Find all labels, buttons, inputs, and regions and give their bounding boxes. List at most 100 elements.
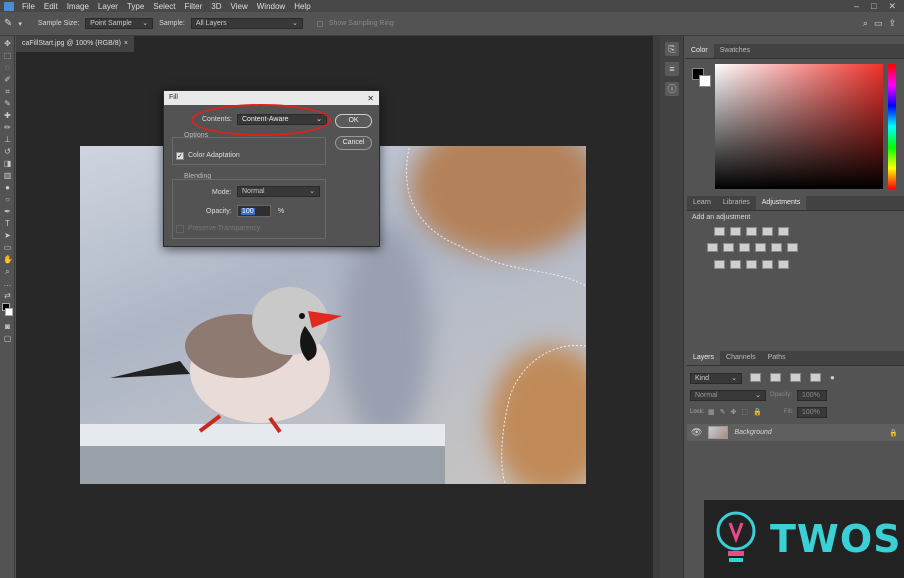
exposure-icon[interactable] (762, 227, 773, 236)
menu-file[interactable]: File (22, 2, 35, 11)
minimize-icon[interactable]: – (854, 1, 859, 12)
lock-artboard-icon[interactable]: ⬚ (741, 408, 748, 416)
screen-mode-icon[interactable]: ▢ (3, 334, 12, 343)
type-filter-icon[interactable] (790, 373, 801, 382)
blur-tool-icon[interactable]: ● (3, 183, 12, 192)
tab-adjustments[interactable]: Adjustments (755, 196, 807, 210)
dialog-close-icon[interactable]: ✕ (367, 94, 374, 103)
menu-filter[interactable]: Filter (185, 2, 203, 11)
color-picker-field[interactable] (715, 64, 883, 189)
layer-filter-select[interactable]: Kind ⌄ (690, 373, 742, 384)
fill-field[interactable]: 100% (797, 407, 827, 418)
canvas-scrollbar[interactable] (653, 36, 660, 578)
tab-learn[interactable]: Learn (687, 196, 717, 210)
layer-row-background[interactable]: 👁 Background 🔒 (687, 424, 904, 441)
color-balance-icon[interactable] (723, 243, 734, 252)
stamp-tool-icon[interactable]: ⊥ (3, 135, 12, 144)
photo-filter-icon[interactable] (755, 243, 766, 252)
brightness-icon[interactable] (714, 227, 725, 236)
adjustment-filter-icon[interactable] (770, 373, 781, 382)
sample-select[interactable]: All Layers ⌄ (190, 18, 303, 29)
hand-tool-icon[interactable]: ✋ (3, 255, 13, 264)
background-color-swatch[interactable] (699, 75, 711, 87)
eyedropper-tool-icon[interactable]: ✎ (3, 99, 12, 108)
blend-mode-select[interactable]: Normal ⌄ (690, 390, 766, 401)
pixel-filter-icon[interactable] (750, 373, 761, 382)
channel-mixer-icon[interactable] (771, 243, 782, 252)
close-icon[interactable]: ✕ (888, 1, 896, 12)
opacity-field[interactable]: 100% (797, 390, 827, 401)
gradient-tool-icon[interactable]: ▥ (3, 171, 12, 180)
more-tools-icon[interactable]: … (3, 279, 12, 288)
info-panel-icon[interactable]: ⓘ (665, 82, 679, 96)
shape-filter-icon[interactable] (810, 373, 821, 382)
filter-toggle-icon[interactable]: ● (830, 373, 835, 382)
healing-tool-icon[interactable]: ✚ (3, 111, 12, 120)
lock-pixels-icon[interactable]: ▦ (708, 408, 715, 416)
lock-position-icon[interactable]: ✥ (731, 408, 737, 416)
brush-tool-icon[interactable]: ✏ (3, 123, 12, 132)
path-select-tool-icon[interactable]: ➤ (3, 231, 12, 240)
document-tab[interactable]: caFillStart.jpg @ 100% (RGB/8) × (16, 36, 134, 52)
search-icon[interactable]: ⌕ (863, 18, 868, 29)
quick-select-tool-icon[interactable]: ✐ (3, 75, 12, 84)
menu-window[interactable]: Window (257, 2, 285, 11)
ok-button[interactable]: OK (335, 114, 372, 128)
zoom-tool-icon[interactable]: ⌕ (3, 267, 12, 276)
posterize-icon[interactable] (730, 260, 741, 269)
eraser-tool-icon[interactable]: ◨ (3, 159, 12, 168)
tab-color[interactable]: Color (685, 44, 714, 58)
tool-preset-chevron-icon[interactable]: ▾ (18, 20, 22, 28)
black-white-icon[interactable] (739, 243, 750, 252)
mode-select[interactable]: Normal ⌄ (237, 186, 320, 197)
menu-image[interactable]: Image (67, 2, 89, 11)
curves-icon[interactable] (746, 227, 757, 236)
eyedropper-tool-icon[interactable]: ✎ (4, 18, 12, 29)
type-tool-icon[interactable]: T (3, 219, 12, 228)
visibility-eye-icon[interactable]: 👁 (691, 427, 702, 438)
maximize-icon[interactable]: □ (871, 1, 876, 12)
hue-slider[interactable] (888, 64, 896, 189)
tab-paths[interactable]: Paths (762, 351, 792, 365)
tab-layers[interactable]: Layers (687, 351, 721, 365)
close-tab-icon[interactable]: × (124, 40, 128, 48)
sample-size-select[interactable]: Point Sample ⌄ (85, 18, 154, 29)
workspace-icon[interactable]: ▭ (874, 18, 883, 29)
selective-color-icon[interactable] (778, 260, 789, 269)
threshold-icon[interactable] (746, 260, 757, 269)
hue-saturation-icon[interactable] (707, 243, 718, 252)
marquee-tool-icon[interactable]: ⬚ (3, 51, 12, 60)
lock-all-icon[interactable]: 🔒 (753, 408, 762, 416)
crop-tool-icon[interactable]: ⌗ (3, 87, 12, 96)
color-lookup-icon[interactable] (787, 243, 798, 252)
sampling-ring-checkbox[interactable] (316, 20, 323, 27)
share-icon[interactable]: ⇪ (888, 18, 896, 29)
menu-help[interactable]: Help (294, 2, 310, 11)
color-adaptation-checkbox[interactable]: ✓ (176, 152, 184, 160)
pen-tool-icon[interactable]: ✒ (3, 207, 12, 216)
vibrance-icon[interactable] (778, 227, 789, 236)
menu-select[interactable]: Select (153, 2, 175, 11)
invert-icon[interactable] (714, 260, 725, 269)
tab-channels[interactable]: Channels (720, 351, 762, 365)
properties-panel-icon[interactable]: ≡ (665, 62, 679, 76)
background-color-swatch[interactable] (5, 308, 13, 316)
history-panel-icon[interactable]: ⎘ (665, 42, 679, 56)
cancel-button[interactable]: Cancel (335, 136, 372, 150)
opacity-input[interactable]: 100 (237, 205, 271, 217)
menu-3d[interactable]: 3D (211, 2, 221, 11)
gradient-map-icon[interactable] (762, 260, 773, 269)
quick-mask-icon[interactable]: ◙ (3, 322, 12, 331)
menu-layer[interactable]: Layer (98, 2, 118, 11)
lock-paint-icon[interactable]: ✎ (720, 408, 726, 416)
layer-name[interactable]: Background (734, 429, 771, 436)
shape-tool-icon[interactable]: ▭ (3, 243, 12, 252)
menu-view[interactable]: View (231, 2, 248, 11)
menu-type[interactable]: Type (127, 2, 144, 11)
history-brush-tool-icon[interactable]: ↺ (3, 147, 12, 156)
dodge-tool-icon[interactable]: ○ (3, 195, 12, 204)
menu-edit[interactable]: Edit (44, 2, 58, 11)
move-tool-icon[interactable]: ✥ (3, 39, 12, 48)
swap-colors-icon[interactable]: ⇄ (3, 291, 12, 300)
tab-swatches[interactable]: Swatches (714, 44, 756, 58)
